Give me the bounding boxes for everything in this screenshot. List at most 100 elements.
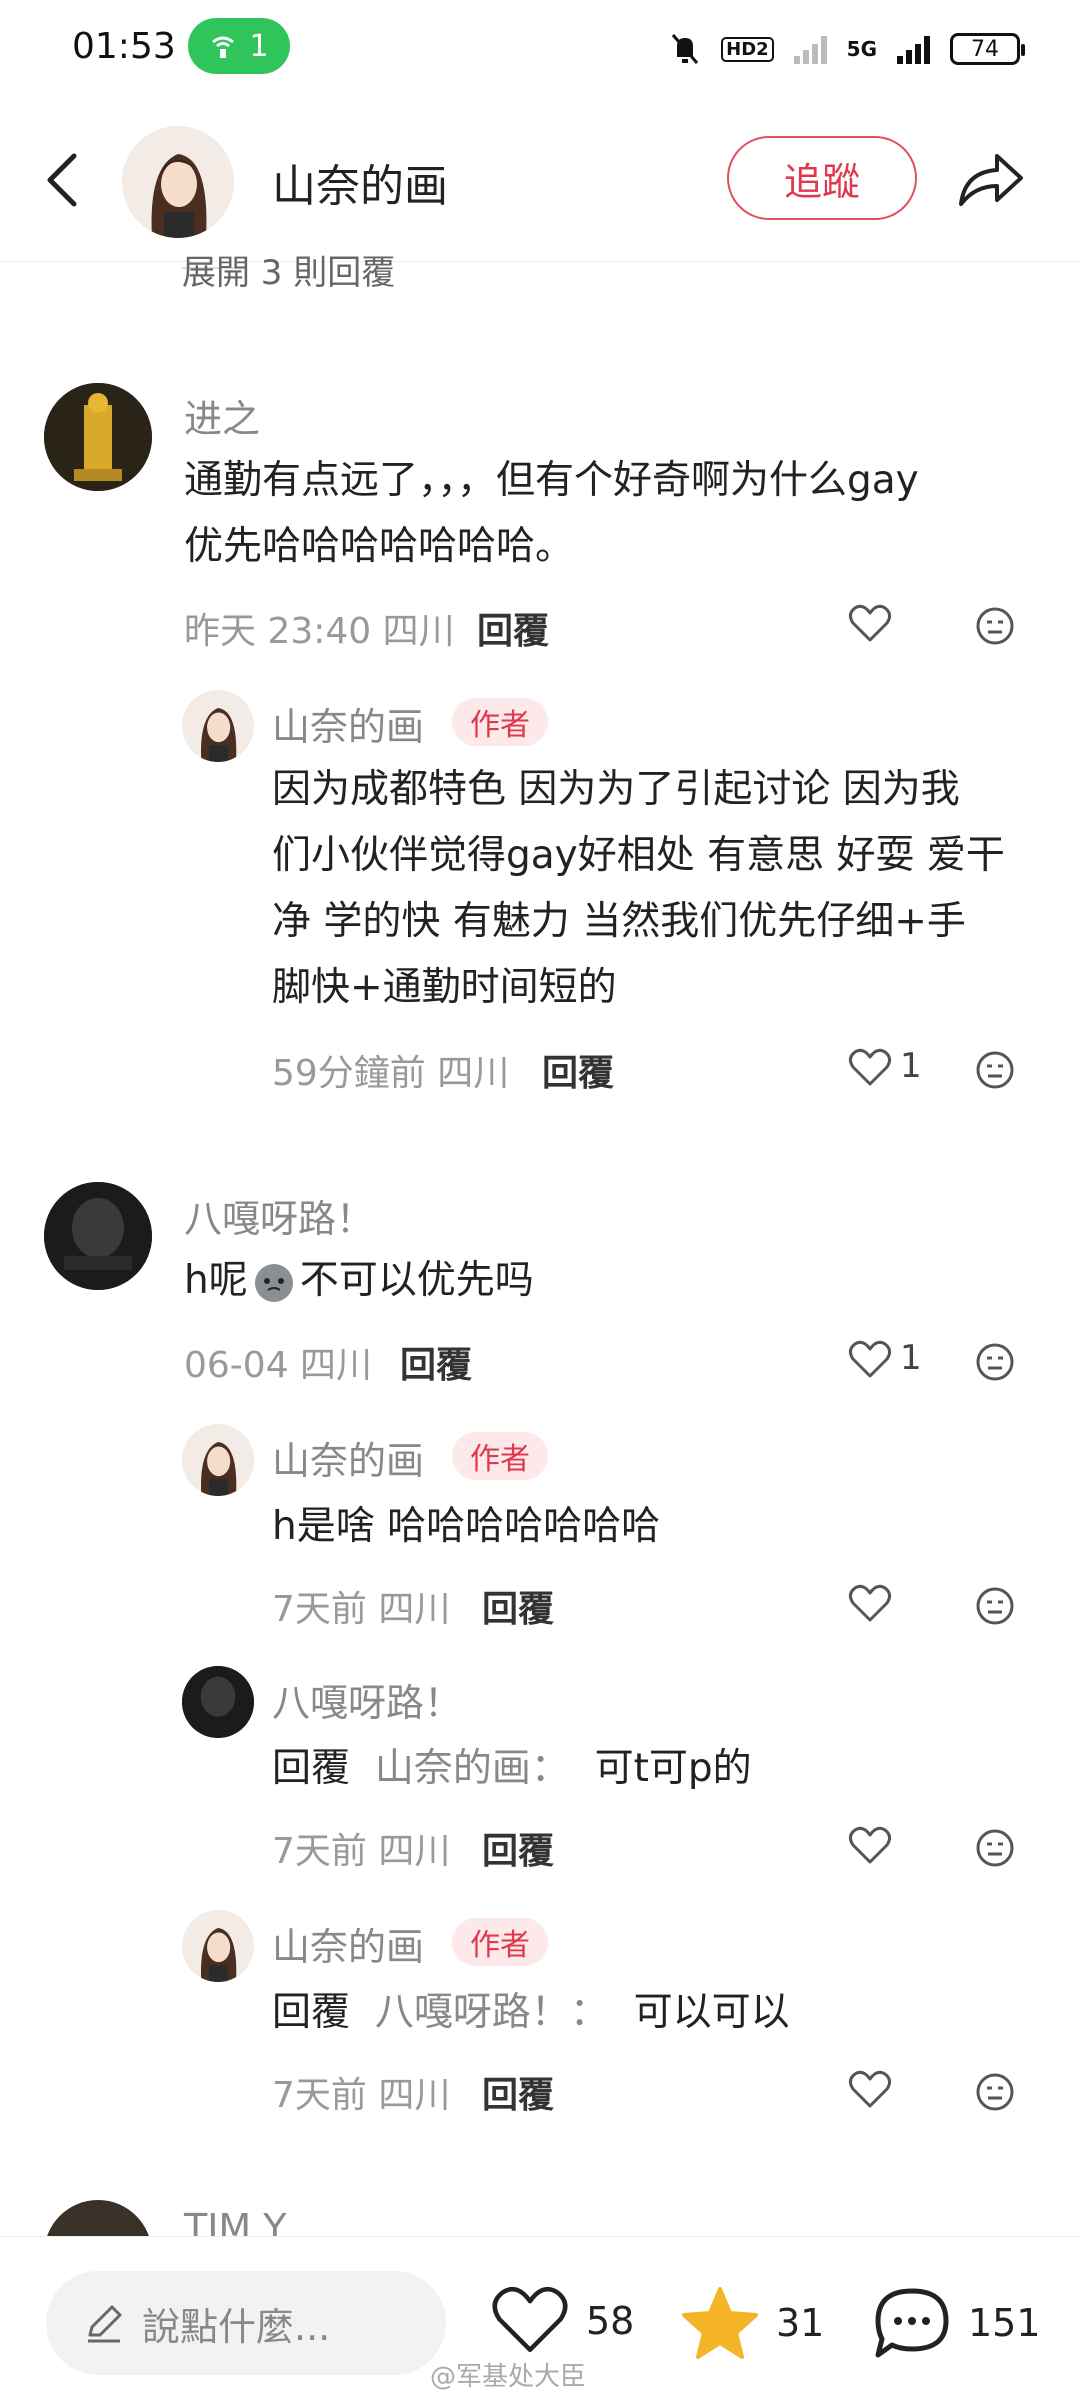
avatar[interactable] xyxy=(44,1182,152,1290)
emoji-reaction-icon[interactable] xyxy=(975,1828,1015,1868)
reply-to-user[interactable]: 山奈的画： xyxy=(375,1746,570,1791)
comment-username[interactable]: 进之 xyxy=(184,388,260,443)
emoji-reaction-icon[interactable] xyxy=(975,1342,1015,1382)
reply-button[interactable]: 回覆 xyxy=(482,2066,554,2118)
post-header: 山奈的画 追蹤 xyxy=(0,100,1080,262)
like-count: 1 xyxy=(900,1338,922,1378)
comment-meta: 7天前 四川 xyxy=(272,1589,451,1630)
reply-button[interactable]: 回覆 xyxy=(477,602,549,654)
comment-username[interactable]: 山奈的画 xyxy=(272,1430,424,1485)
heart-icon[interactable] xyxy=(848,1340,892,1380)
comment-username[interactable]: 八嘎呀路！ xyxy=(184,1188,374,1243)
author-avatar[interactable] xyxy=(122,126,234,238)
emoji-reaction-icon[interactable] xyxy=(975,1050,1015,1090)
pencil-icon xyxy=(88,2305,122,2343)
comment-text: h是啥 哈哈哈哈哈哈哈 xyxy=(272,1504,661,1549)
comment-line: 们小伙伴觉得gay好相处 有意思 好耍 爱干 xyxy=(272,833,1005,878)
author-badge: 作者 xyxy=(452,698,548,746)
expand-replies-link[interactable]: 展開 3 則回覆 xyxy=(182,245,395,294)
reply-prefix: 回覆 xyxy=(272,1990,351,2035)
comment-input[interactable]: 說點什麼... xyxy=(46,2271,446,2375)
reply-button[interactable]: 回覆 xyxy=(482,1580,554,1632)
collect-button[interactable]: 31 xyxy=(680,2285,824,2361)
star-icon xyxy=(682,2287,758,2359)
comment-username[interactable]: 山奈的画 xyxy=(272,1916,424,1971)
back-arrow-icon[interactable] xyxy=(40,150,84,210)
status-icons: HD2 5G 74 xyxy=(669,24,1025,74)
avatar[interactable] xyxy=(182,1424,254,1496)
comment-text-part: 可t可p的 xyxy=(594,1746,752,1791)
dark-photo-icon xyxy=(182,1666,254,1738)
reply-button[interactable]: 回覆 xyxy=(482,1822,554,1874)
status-time: 01:53 xyxy=(72,26,176,67)
heart-icon[interactable] xyxy=(848,2070,892,2110)
star-total: 31 xyxy=(776,2301,825,2345)
comment-text-part: h呢 xyxy=(184,1258,248,1303)
comment-total: 151 xyxy=(968,2301,1041,2345)
comment-text: 回覆 八嘎呀路！： 可以可以 xyxy=(272,1980,1052,2046)
reply-to-user[interactable]: 八嘎呀路！： xyxy=(375,1990,609,2035)
follow-button[interactable]: 追蹤 xyxy=(727,136,917,220)
heart-icon[interactable] xyxy=(848,1584,892,1624)
avatar[interactable] xyxy=(182,1910,254,1982)
comment-username[interactable]: 山奈的画 xyxy=(272,696,424,751)
comment-input-placeholder: 說點什麼... xyxy=(142,2304,331,2349)
comment-text-part: 不可以优先吗 xyxy=(299,1258,534,1303)
comment-meta: 59分鐘前 四川 xyxy=(272,1053,510,1094)
reply-button[interactable]: 回覆 xyxy=(400,1336,472,1388)
emoji-reaction-icon[interactable] xyxy=(975,606,1015,646)
network-type: 5G xyxy=(846,37,877,61)
watermark: @军基处大臣 xyxy=(430,2362,587,2392)
like-count: 1 xyxy=(900,1046,922,1086)
comment-line: 脚快+通勤时间短的 xyxy=(272,965,617,1010)
avatar[interactable] xyxy=(182,690,254,762)
mute-bell-icon xyxy=(671,34,699,64)
share-icon[interactable] xyxy=(955,148,1025,210)
heart-icon[interactable] xyxy=(848,604,892,644)
comment-meta: 06-04 四川 xyxy=(184,1345,373,1386)
girl-portrait-icon xyxy=(122,126,234,238)
like-button[interactable]: 58 xyxy=(490,2285,634,2357)
emoji-reaction-icon[interactable] xyxy=(975,1586,1015,1626)
comment-username[interactable]: 八嘎呀路！ xyxy=(272,1672,462,1727)
girl-portrait-icon xyxy=(182,1910,254,1982)
comment-bubble-icon xyxy=(875,2288,949,2358)
comment-meta: 7天前 四川 xyxy=(272,2075,451,2116)
sticker-emoji-icon xyxy=(254,1264,293,1302)
comment-button[interactable]: 151 xyxy=(872,2285,1041,2361)
battery-level: 74 xyxy=(971,36,999,62)
emoji-reaction-icon[interactable] xyxy=(975,2072,1015,2112)
signal-icon-2 xyxy=(897,34,930,64)
status-bar: 01:53 1 HD2 5G 74 xyxy=(0,0,1080,100)
comment-text: 通勤有点远了，，，但有个好奇啊为什么gay 优先哈哈哈哈哈哈哈。 xyxy=(184,448,1044,580)
battery-icon: 74 xyxy=(950,33,1025,65)
comment-meta: 7天前 四川 xyxy=(272,1831,451,1872)
signal-icon-1 xyxy=(793,34,827,64)
heart-icon[interactable] xyxy=(848,1826,892,1866)
comment-line: 因为成都特色 因为为了引起讨论 因为我 xyxy=(272,767,960,812)
comment-text: 因为成都特色 因为为了引起讨论 因为我 们小伙伴觉得gay好相处 有意思 好耍 … xyxy=(272,757,1052,1021)
comment-line: 通勤有点远了，，，但有个好奇啊为什么gay xyxy=(184,458,919,503)
reply-button[interactable]: 回覆 xyxy=(542,1044,614,1096)
dark-photo-icon xyxy=(44,1182,152,1290)
avatar[interactable] xyxy=(182,1666,254,1738)
girl-portrait-icon xyxy=(182,690,254,762)
comment-text-part: 可以可以 xyxy=(633,1990,790,2035)
hotspot-pill: 1 xyxy=(188,18,290,74)
girl-portrait-icon xyxy=(182,1424,254,1496)
hotspot-count: 1 xyxy=(249,28,269,64)
reply-prefix: 回覆 xyxy=(272,1746,351,1791)
avatar[interactable] xyxy=(44,383,152,491)
heart-icon[interactable] xyxy=(848,1048,892,1088)
comment-text: 回覆 山奈的画： 可t可p的 xyxy=(272,1736,1052,1802)
author-badge: 作者 xyxy=(452,1918,548,1966)
author-name[interactable]: 山奈的画 xyxy=(272,150,448,214)
comment-line: 优先哈哈哈哈哈哈哈。 xyxy=(184,524,575,569)
hd-badge: HD2 xyxy=(721,36,774,62)
hotspot-icon xyxy=(212,36,235,58)
like-total: 58 xyxy=(586,2299,635,2343)
comment-meta: 昨天 23:40 四川 xyxy=(184,611,455,652)
comment-line: 净 学的快 有魅力 当然我们优先仔细+手 xyxy=(272,899,966,944)
comment-text: h呢 不可以优先吗 xyxy=(184,1248,1044,1314)
golden-statue-icon xyxy=(44,383,152,491)
